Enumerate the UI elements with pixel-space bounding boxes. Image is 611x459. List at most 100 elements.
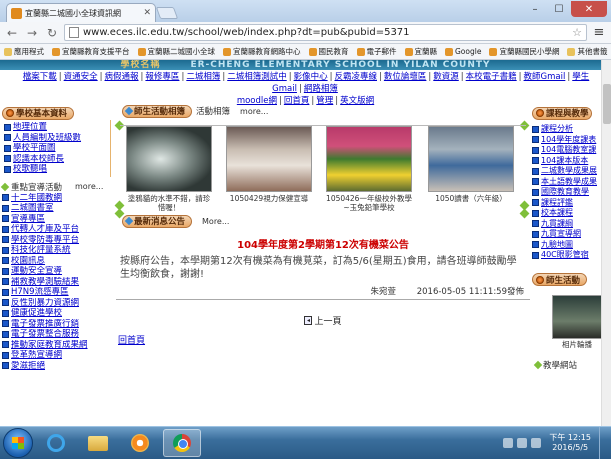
tab-title: 宜蘭縣二城國小全球資訊網 — [25, 8, 121, 18]
page-scrollbar[interactable] — [601, 60, 611, 426]
taskbar-ie[interactable] — [37, 429, 75, 457]
list-item[interactable]: 補救教學測驗結果 — [2, 277, 111, 288]
menu-icon[interactable]: ≡ — [591, 25, 607, 40]
list-item[interactable]: 國際教育教學 — [532, 187, 611, 198]
address-bar[interactable]: www.eces.ilc.edu.tw/school/web/index.php… — [64, 24, 587, 41]
back-icon[interactable]: ← — [4, 25, 20, 41]
nav-link[interactable]: 病假通報 — [105, 72, 139, 82]
list-item[interactable]: 二城數學成果展 — [532, 166, 611, 177]
nav-link[interactable]: 檔案下載 — [23, 72, 57, 82]
list-item[interactable]: 地理位置 — [4, 122, 110, 133]
promo-more-link[interactable]: more... — [75, 182, 103, 191]
list-item[interactable]: 學校零防毒專平台 — [2, 235, 111, 246]
list-item[interactable]: 愛滋拒絕 — [2, 361, 111, 372]
list-item[interactable]: 40C眼影管宿 — [532, 250, 611, 261]
bullet-icon — [2, 194, 9, 202]
list-item[interactable]: 健康促進學校 — [2, 308, 111, 319]
list-item[interactable]: 認識本校師長 — [4, 154, 110, 165]
taskbar-chrome[interactable] — [163, 429, 201, 457]
nav-link[interactable]: 報修專區 — [145, 72, 179, 82]
list-item[interactable]: 本土語教學成果 — [532, 177, 611, 188]
tab-close-icon[interactable]: ✕ — [143, 8, 151, 18]
photo-item[interactable]: 1050讀書（六年級） — [428, 126, 514, 203]
list-item[interactable]: 九貫宣導網 — [532, 229, 611, 240]
bookmark-apps[interactable]: 應用程式 — [4, 46, 44, 57]
list-item[interactable]: 人員編制及班級數 — [4, 133, 110, 144]
maximize-button[interactable]: ☐ — [547, 1, 571, 17]
nav-link[interactable]: 二城相簿 — [186, 72, 220, 82]
list-item[interactable]: 學校平面圖 — [4, 143, 110, 154]
news-more-link[interactable]: More... — [202, 217, 229, 226]
start-button[interactable] — [3, 428, 33, 458]
list-item[interactable]: 校歌聽唱 — [4, 164, 110, 175]
list-item[interactable]: 校園訊息 — [2, 256, 111, 267]
list-item[interactable]: 宣導專區 — [2, 214, 111, 225]
nav-link[interactable]: 網路相簿 — [304, 84, 338, 94]
list-item[interactable]: 登革熱宣導網 — [2, 350, 111, 361]
keyboard-icon[interactable] — [503, 438, 514, 448]
nav-link[interactable]: 數資源 — [433, 72, 459, 82]
list-item[interactable]: 二城圖書室 — [2, 203, 111, 214]
list-item[interactable]: 九貫課綱 — [532, 219, 611, 230]
photos-more-link[interactable]: more... — [240, 107, 268, 116]
bookmark-item[interactable]: 宜蘭縣教育支援平台 — [52, 46, 130, 57]
clock[interactable]: 下午 12:15 2016/5/5 — [549, 433, 591, 453]
new-tab-button[interactable] — [155, 7, 179, 19]
list-item[interactable]: H7N9流感專區 — [2, 287, 111, 298]
photo-item[interactable]: 1050426一年級校外教學~玉兔鉛筆學校 — [326, 126, 412, 212]
photo-item[interactable]: 塗鴉貓的水準不錯，請珍惜喔！ — [126, 126, 212, 212]
scrollbar-thumb[interactable] — [603, 84, 611, 124]
nav-link[interactable]: 數位論壇區 — [384, 72, 427, 82]
bookmark-item[interactable]: 宜蘭縣國民小學網 — [489, 46, 559, 57]
show-desktop-button[interactable] — [599, 426, 607, 459]
bookmark-item[interactable]: 國民教育 — [308, 46, 349, 57]
taskbar-explorer[interactable] — [79, 429, 117, 457]
other-bookmarks[interactable]: 其他書籤 — [567, 46, 607, 57]
home-link[interactable]: 回首頁 — [118, 333, 530, 346]
bullet-icon — [532, 167, 539, 175]
nav-link[interactable]: 教師Gmail — [524, 72, 566, 82]
volume-icon[interactable] — [531, 438, 542, 448]
photo-item[interactable]: 1050429視力保健宣導 — [226, 126, 312, 203]
nav-link[interactable]: 資通安全 — [64, 72, 98, 82]
bookmark-star-icon[interactable]: ☆ — [572, 26, 582, 39]
list-item[interactable]: 課程評鑑 — [532, 198, 611, 209]
list-item[interactable]: 十二年國教網 — [2, 193, 111, 204]
nav-link[interactable]: 反霸凌專線 — [334, 72, 377, 82]
school-info-box: 地理位置 人員編制及班級數 學校平面圖 認識本校師長 校歌聽唱 — [2, 120, 111, 177]
browser-tab[interactable]: 宜蘭縣二城國小全球資訊網 ✕ — [6, 3, 156, 22]
list-item[interactable]: 校本課程 — [532, 208, 611, 219]
list-item[interactable]: 科技化評量系統 — [2, 245, 111, 256]
list-item[interactable]: 代轉人才庫及平台 — [2, 224, 111, 235]
bookmark-item[interactable]: 宜蘭縣教育網路中心 — [223, 46, 301, 57]
list-item[interactable]: 運動安全宣導 — [2, 266, 111, 277]
list-item[interactable]: 課程分析 — [532, 124, 611, 135]
list-item[interactable]: 九驗地圖 — [532, 240, 611, 251]
list-item[interactable]: 104電腦教室課 — [532, 145, 611, 156]
nav-link[interactable]: 本校電子書籍 — [466, 72, 517, 82]
minimize-button[interactable]: – — [523, 1, 547, 17]
list-item[interactable]: 反性別暴力資源網 — [2, 298, 111, 309]
nav-link[interactable]: 影像中心 — [294, 72, 328, 82]
reload-icon[interactable]: ↻ — [44, 25, 60, 41]
close-window-button[interactable]: ✕ — [571, 1, 607, 17]
photo-thumbnail[interactable] — [428, 126, 514, 192]
taskbar-media-player[interactable] — [121, 429, 159, 457]
photo-thumbnail[interactable] — [226, 126, 312, 192]
bookmark-item[interactable]: 宜蘭縣 — [404, 46, 437, 57]
photo-thumbnail[interactable] — [126, 126, 212, 192]
list-item[interactable]: 電子發票整合服務 — [2, 329, 111, 340]
list-item[interactable]: 電子發票推廣行銷 — [2, 319, 111, 330]
network-icon[interactable] — [517, 438, 528, 448]
bookmark-item[interactable]: 電子郵件 — [356, 46, 397, 57]
list-item[interactable]: 104課本版本 — [532, 156, 611, 167]
list-item[interactable]: 104學年度課表 — [532, 135, 611, 146]
forward-icon[interactable]: → — [24, 25, 40, 41]
nav-link[interactable]: 二城相簿測試中 — [227, 72, 287, 82]
list-item[interactable]: 推動家庭教育成果網 — [2, 340, 111, 351]
prev-page-link[interactable]: ◂ 上一頁 — [116, 314, 530, 327]
bookmark-item[interactable]: 宜蘭縣二城國小全球 — [137, 46, 215, 57]
right-column: 課程與教學 課程分析 104學年度課表 104電腦教室課 104課本版本 二城數… — [532, 106, 611, 372]
bookmark-item[interactable]: Google — [445, 47, 481, 56]
photo-thumbnail[interactable] — [326, 126, 412, 192]
